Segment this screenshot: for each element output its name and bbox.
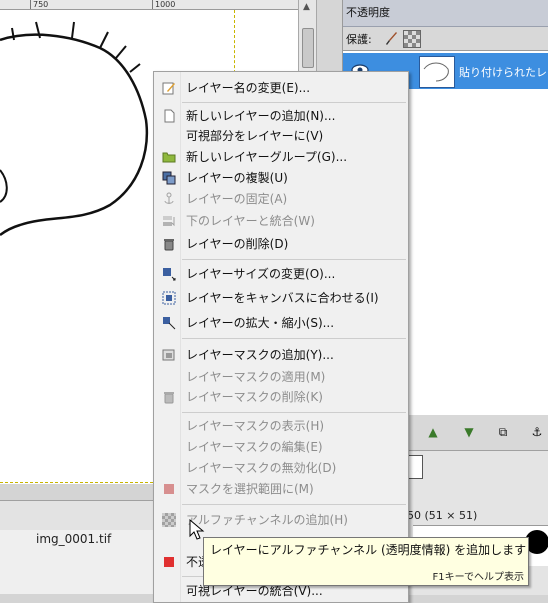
folder-icon [162, 152, 176, 163]
menu-item-scale-layer[interactable]: レイヤーの拡大・縮小(S)... [154, 313, 408, 333]
menu-separator [182, 338, 406, 339]
menu-item-label: レイヤーをキャンバスに合わせる(I) [186, 291, 379, 305]
raise-layer-icon[interactable]: ▲ [425, 424, 441, 440]
menu-item-disable-layer-mask: レイヤーマスクの無効化(D) [154, 458, 408, 478]
menu-item-new-layer[interactable]: 新しいレイヤーの追加(N)... [154, 106, 408, 126]
tooltip-help-hint: F1キーでヘルプ表示 [432, 572, 524, 583]
menu-item-rename-layer[interactable]: レイヤー名の変更(E)... [154, 78, 408, 98]
menu-item-duplicate-layer[interactable]: レイヤーの複製(U) [154, 168, 408, 188]
red-square-icon [164, 557, 174, 567]
horizontal-ruler: 750 1000 [0, 0, 300, 10]
menu-item-label: レイヤーの削除(D) [186, 237, 289, 251]
new-document-icon [164, 109, 175, 123]
menu-item-label: レイヤーの拡大・縮小(S)... [186, 316, 335, 330]
layer-thumbnail-sketch [423, 62, 449, 82]
menu-item-label: 新しいレイヤーグループ(G)... [186, 150, 348, 164]
tooltip-text: レイヤーにアルファチャンネル (透明度情報) を追加します [210, 543, 527, 557]
duplicate-icon [162, 171, 176, 185]
menu-separator [182, 102, 406, 103]
menu-item-label: 新しいレイヤーの追加(N)... [186, 109, 336, 123]
menu-item-label: レイヤーマスクの適用(M) [186, 370, 326, 384]
menu-separator [182, 504, 406, 505]
resize-icon [163, 268, 176, 281]
layer-thumbnail [419, 56, 455, 88]
menu-item-label: レイヤーマスクの削除(K) [186, 390, 323, 404]
lower-layer-icon[interactable]: ▼ [461, 424, 477, 440]
opacity-label: 不透明度 [346, 6, 390, 19]
opacity-row[interactable]: 不透明度 [343, 0, 548, 27]
anchor-layer-icon[interactable]: ⚓ [529, 424, 545, 440]
merge-down-icon [163, 216, 175, 227]
brush-size-label: 50 (51 × 51) [407, 509, 478, 522]
menu-item-label: マスクを選択範囲に(M) [186, 482, 314, 496]
ruler-tick-label: 750 [30, 0, 48, 9]
lock-label: 保護: [346, 33, 372, 46]
image-tab-label[interactable]: img_0001.tif [36, 532, 111, 546]
add-mask-icon [162, 349, 175, 361]
menu-item-label: レイヤーマスクの無効化(D) [186, 461, 337, 475]
scrollbar-thumb[interactable] [302, 28, 314, 68]
menu-item-label: 可視部分をレイヤーに(V) [186, 129, 324, 143]
duplicate-layer-icon[interactable]: ⧉ [495, 424, 511, 440]
lock-pixels-icon[interactable] [383, 30, 399, 46]
menu-item-add-layer-mask[interactable]: レイヤーマスクの追加(Y)... [154, 345, 408, 365]
tooltip: レイヤーにアルファチャンネル (透明度情報) を追加します F1キーでヘルプ表示 [203, 537, 529, 586]
menu-item-label: 下のレイヤーと統合(W) [186, 214, 315, 228]
menu-separator [182, 259, 406, 260]
mask-to-selection-icon [164, 484, 174, 494]
menu-item-delete-layer-mask: レイヤーマスクの削除(K) [154, 387, 408, 407]
menu-item-new-from-visible[interactable]: 可視部分をレイヤーに(V) [154, 126, 408, 146]
menu-item-layer-boundary-size[interactable]: レイヤーサイズの変更(O)... [154, 264, 408, 284]
menu-item-label: レイヤーサイズの変更(O)... [186, 267, 336, 281]
menu-item-label: レイヤーマスクの編集(E) [186, 440, 323, 454]
menu-item-label: アルファチャンネルの追加(H) [186, 513, 348, 527]
menu-item-delete-layer[interactable]: レイヤーの削除(D) [154, 234, 408, 254]
ruler-tick-label: 1000 [152, 0, 175, 9]
menu-item-label: レイヤー名の変更(E)... [186, 81, 311, 95]
menu-item-mask-to-selection: マスクを選択範囲に(M) [154, 479, 408, 499]
lock-row: 保護: [343, 27, 548, 49]
menu-item-apply-layer-mask: レイヤーマスクの適用(M) [154, 367, 408, 387]
alpha-channel-icon [162, 513, 176, 527]
menu-item-merge-down: 下のレイヤーと統合(W) [154, 211, 408, 231]
edit-icon [162, 82, 175, 95]
menu-item-layer-to-image-size[interactable]: レイヤーをキャンバスに合わせる(I) [154, 288, 408, 308]
menu-item-label: レイヤーの複製(U) [186, 171, 288, 185]
trash-icon [164, 239, 174, 251]
menu-item-new-layer-group[interactable]: 新しいレイヤーグループ(G)... [154, 147, 408, 167]
fit-canvas-icon [162, 291, 176, 305]
mouse-pointer-icon [189, 519, 205, 540]
menu-item-label: レイヤーマスクの表示(H) [186, 419, 325, 433]
scale-icon [163, 317, 176, 330]
layer-name[interactable]: 貼り付けられたレイ [459, 64, 548, 80]
scroll-up-icon[interactable]: ▲ [303, 2, 310, 12]
menu-item-edit-layer-mask: レイヤーマスクの編集(E) [154, 437, 408, 457]
menu-item-label: レイヤーの固定(A) [186, 192, 288, 206]
menu-item-label: レイヤーマスクの追加(Y)... [186, 348, 334, 362]
menu-separator [182, 412, 406, 413]
menu-item-anchor-layer: レイヤーの固定(A) [154, 189, 408, 209]
trash-icon [164, 392, 174, 404]
lock-alpha-icon[interactable] [403, 30, 421, 48]
menu-item-show-layer-mask: レイヤーマスクの表示(H) [154, 416, 408, 436]
anchor-icon [164, 192, 174, 204]
